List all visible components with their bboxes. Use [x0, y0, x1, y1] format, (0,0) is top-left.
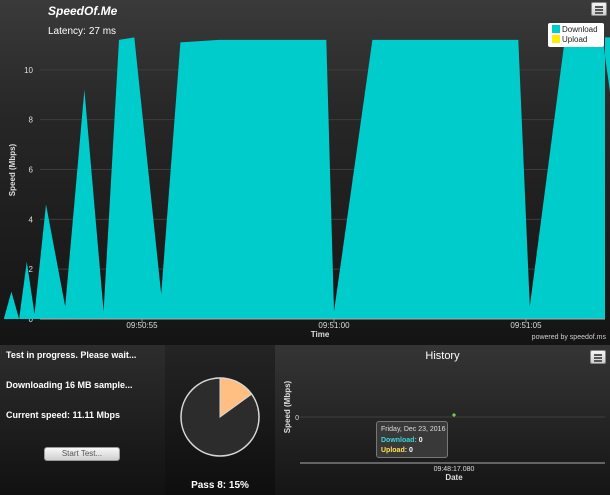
history-y-axis-label: Speed (Mbps): [283, 380, 292, 433]
y-axis-label: Speed (Mbps): [8, 143, 17, 196]
tooltip-date: Friday, Dec 23, 2016: [381, 426, 446, 433]
current-speed: Current speed: 11.11 Mbps: [6, 410, 121, 420]
progress-pie-chart: [180, 377, 260, 457]
x-tick-label: 09:51:05: [510, 321, 542, 330]
speed-chart: 0246810Speed (Mbps)09:50:55 09:51:00 09:51…: [3, 37, 610, 339]
start-test-button[interactable]: Start Test...: [44, 447, 120, 461]
y-tick-label: 2: [29, 265, 34, 274]
y-tick-label: 10: [24, 66, 33, 75]
status-panel: Test in progress. Please wait... Downloa…: [0, 345, 165, 495]
legend-item-upload[interactable]: Upload: [552, 35, 587, 44]
history-point-download: [453, 414, 455, 416]
tooltip-download: Download: 0: [381, 437, 423, 444]
chart-menu-button[interactable]: [591, 2, 607, 16]
legend-item-download[interactable]: Download: [552, 25, 598, 34]
latency-readout: Latency: 27 ms: [48, 26, 116, 37]
tooltip-upload-label: Upload:: [381, 447, 408, 454]
download-series-area: [3, 37, 610, 319]
upload-swatch: [552, 35, 560, 43]
tooltip-upload: Upload: 0: [381, 447, 413, 454]
pass-label: Pass 8: 15%: [191, 480, 249, 491]
history-chart: 0Speed (Mbps)09:48:17.080Date: [283, 380, 605, 482]
download-swatch: [552, 25, 560, 33]
y-tick-label: 6: [29, 166, 34, 175]
legend-upload-label: Upload: [562, 35, 588, 44]
status-message: Test in progress. Please wait...: [6, 350, 137, 360]
progress-panel: Pass 8: 15%: [165, 345, 275, 495]
legend-download-label: Download: [562, 25, 598, 34]
tooltip-upload-value: 0: [409, 447, 413, 454]
powered-by-link[interactable]: powered by speedof.ms: [532, 334, 606, 341]
history-menu-button[interactable]: [590, 350, 606, 364]
history-x-tick-label: 09:48:17.080: [434, 466, 475, 473]
chart-legend: Download Upload: [548, 23, 604, 47]
download-status: Downloading 16 MB sample...: [6, 380, 133, 390]
x-axis-label: Time: [311, 330, 330, 339]
hamburger-menu-icon: [594, 354, 602, 356]
latency-label: Latency:: [48, 26, 86, 37]
hamburger-menu-icon-bar: [595, 9, 603, 11]
history-x-axis-label: Date: [445, 473, 463, 482]
hamburger-menu-icon-bar: [594, 360, 602, 362]
tooltip-download-value: 0: [418, 437, 423, 444]
hamburger-menu-icon-bar: [594, 357, 602, 359]
x-tick-label: 09:50:55: [126, 321, 158, 330]
history-y-tick-label: 0: [295, 415, 299, 422]
y-tick-label: 8: [29, 116, 34, 125]
x-tick-label: 09:51:00: [318, 321, 350, 330]
brand-logo: SpeedOf.Me: [48, 4, 118, 18]
tooltip-download-label: Download:: [381, 437, 417, 444]
y-tick-label: 4: [29, 215, 34, 224]
speed-graph-panel: 0 2 4 6 8 10 Speed (Mbps) 09:50:55 09:51:00 09:51…: [0, 0, 610, 345]
hamburger-menu-icon: [595, 6, 603, 8]
history-tooltip: Friday, Dec 23, 2016 Download: 0 Upload:…: [376, 421, 448, 458]
bottom-panels: Test in progress. Please wait... Downloa…: [0, 345, 610, 495]
hamburger-menu-icon-bar: [595, 12, 603, 14]
history-panel: History 0 Speed (Mbps) 09:48:17.080 Date Fr…: [275, 345, 610, 495]
latency-value: 27 ms: [88, 26, 117, 37]
